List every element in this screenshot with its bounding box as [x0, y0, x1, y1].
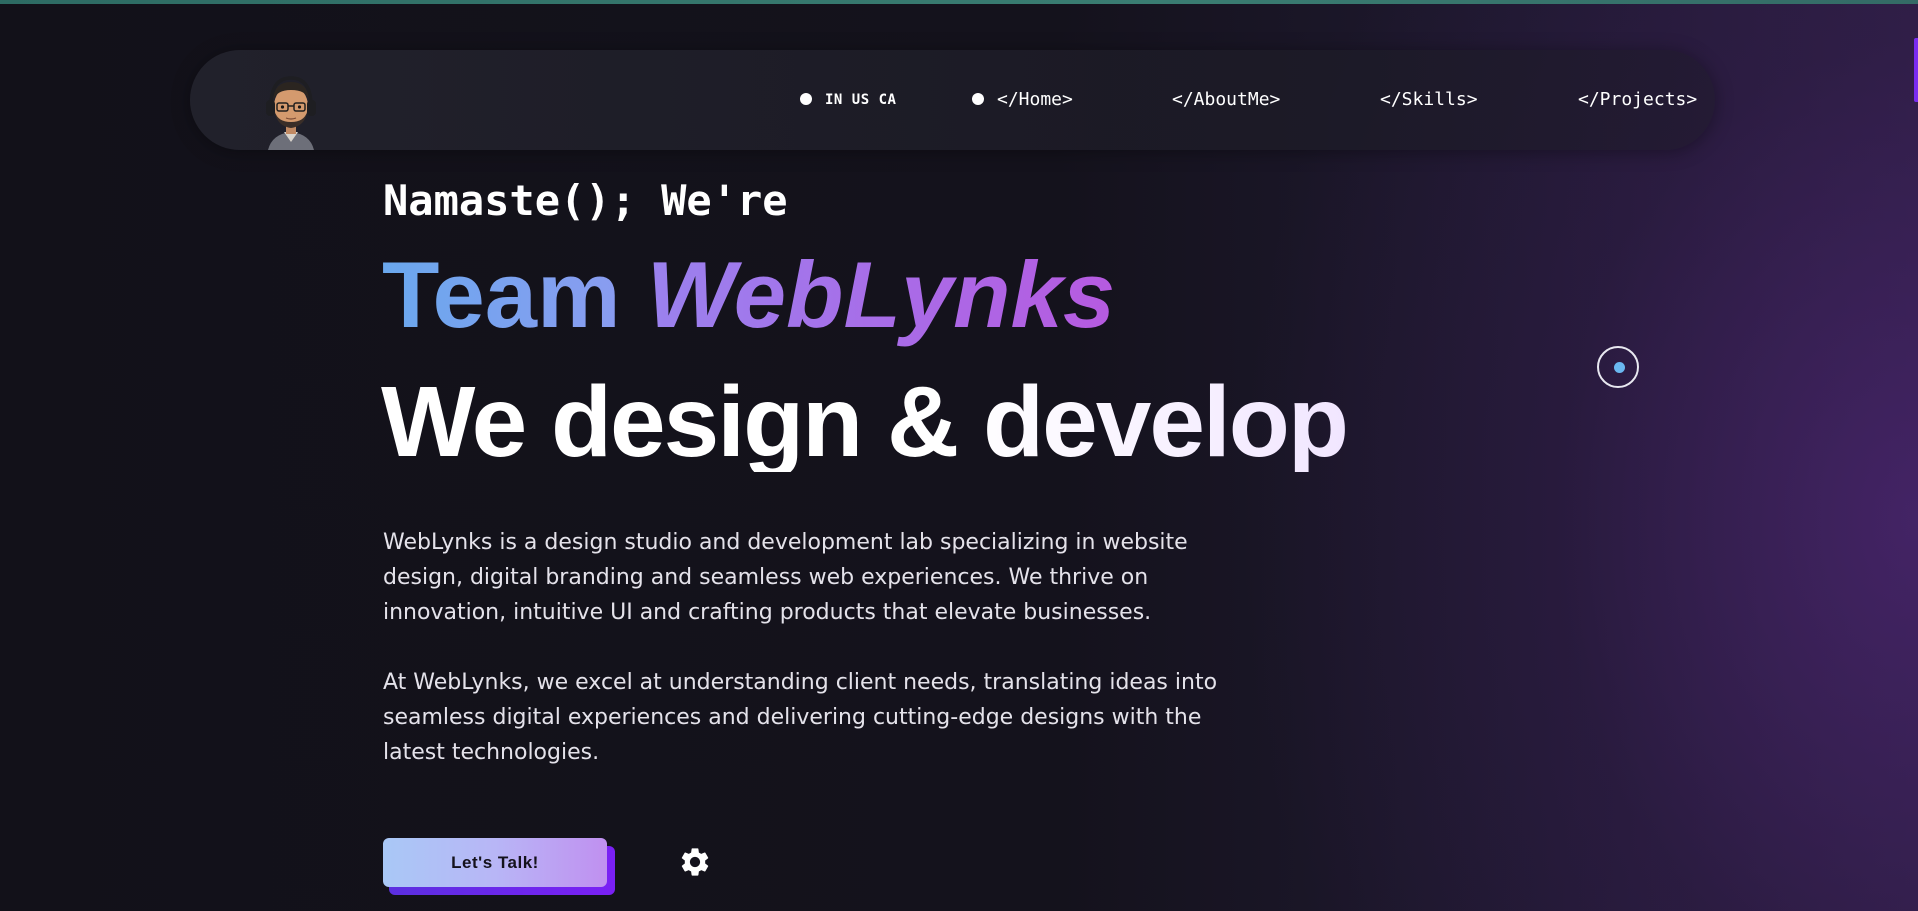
- language-indicator-dot: [800, 93, 812, 105]
- avatar-icon[interactable]: [262, 76, 320, 150]
- nav-link-skills[interactable]: </Skills>: [1380, 89, 1478, 110]
- nav-link-home[interactable]: </Home>: [997, 89, 1073, 110]
- nav-link-projects[interactable]: </Projects>: [1578, 89, 1697, 110]
- language-codes: IN US CA: [825, 92, 897, 108]
- lets-talk-button[interactable]: Let's Talk!: [383, 838, 607, 887]
- hero-team-title: Team WebLynks: [382, 248, 1115, 342]
- custom-cursor-dot: [1614, 362, 1625, 373]
- team-word: Team: [382, 242, 621, 347]
- hero-greeting: Namaste(); We're: [383, 176, 788, 225]
- brand-name: WebLynks: [646, 242, 1116, 347]
- navbar: [190, 50, 1715, 150]
- top-accent-line: [0, 0, 1918, 4]
- nav-link-about-me[interactable]: </AboutMe>: [1172, 89, 1280, 110]
- scrollbar-thumb[interactable]: [1914, 38, 1918, 102]
- cta-container: Let's Talk!: [383, 838, 615, 896]
- active-link-dot: [972, 93, 984, 105]
- intro-paragraph: WebLynks is a design studio and developm…: [383, 530, 1188, 625]
- gear-icon[interactable]: [678, 845, 712, 879]
- hero-tagline: We design & develop: [381, 366, 1349, 478]
- mission-paragraph: At WebLynks, we excel at understanding c…: [383, 670, 1218, 765]
